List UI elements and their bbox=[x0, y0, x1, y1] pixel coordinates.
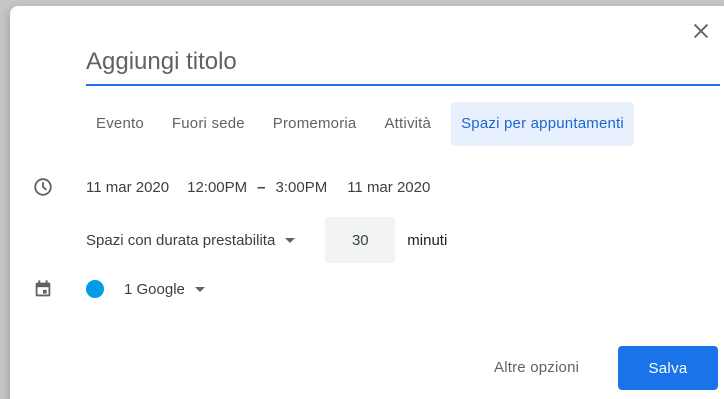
datetime-row: 11 mar 2020 12:00PM – 3:00PM 11 mar 2020 bbox=[86, 176, 430, 198]
end-date[interactable]: 11 mar 2020 bbox=[347, 179, 430, 196]
calendar-name: 1 Google bbox=[124, 280, 185, 298]
close-icon[interactable] bbox=[690, 20, 712, 42]
tab-attivita[interactable]: Attività bbox=[370, 102, 445, 146]
tab-fuori-sede[interactable]: Fuori sede bbox=[158, 102, 259, 146]
calendar-dropdown[interactable]: 1 Google bbox=[86, 280, 205, 298]
tab-spazi-per-appuntamenti[interactable]: Spazi per appuntamenti bbox=[451, 102, 634, 146]
tab-evento[interactable]: Evento bbox=[96, 102, 158, 146]
slots-row: Spazi con durata prestabilita minuti bbox=[86, 217, 448, 263]
slot-mode-label: Spazi con durata prestabilita bbox=[86, 231, 276, 249]
event-type-tabs: Evento Fuori sede Promemoria Attività Sp… bbox=[96, 102, 634, 146]
tab-promemoria[interactable]: Promemoria bbox=[259, 102, 371, 146]
time-separator: – bbox=[257, 178, 266, 196]
duration-unit: minuti bbox=[407, 231, 448, 249]
more-options-button[interactable]: Altre opzioni bbox=[494, 350, 579, 386]
save-button[interactable]: Salva bbox=[618, 346, 718, 390]
slot-mode-dropdown[interactable]: Spazi con durata prestabilita bbox=[86, 231, 296, 249]
calendar-color-dot bbox=[86, 280, 104, 298]
start-time[interactable]: 12:00PM bbox=[187, 179, 247, 196]
event-dialog: Evento Fuori sede Promemoria Attività Sp… bbox=[10, 6, 724, 399]
chevron-down-icon bbox=[285, 237, 296, 243]
title-input[interactable] bbox=[86, 44, 720, 86]
end-time[interactable]: 3:00PM bbox=[276, 179, 328, 196]
calendar-row: 1 Google bbox=[86, 278, 205, 300]
duration-input[interactable] bbox=[325, 217, 396, 263]
start-date[interactable]: 11 mar 2020 bbox=[86, 179, 169, 196]
chevron-down-icon bbox=[194, 286, 205, 292]
clock-icon bbox=[34, 178, 52, 196]
calendar-icon bbox=[35, 280, 51, 297]
